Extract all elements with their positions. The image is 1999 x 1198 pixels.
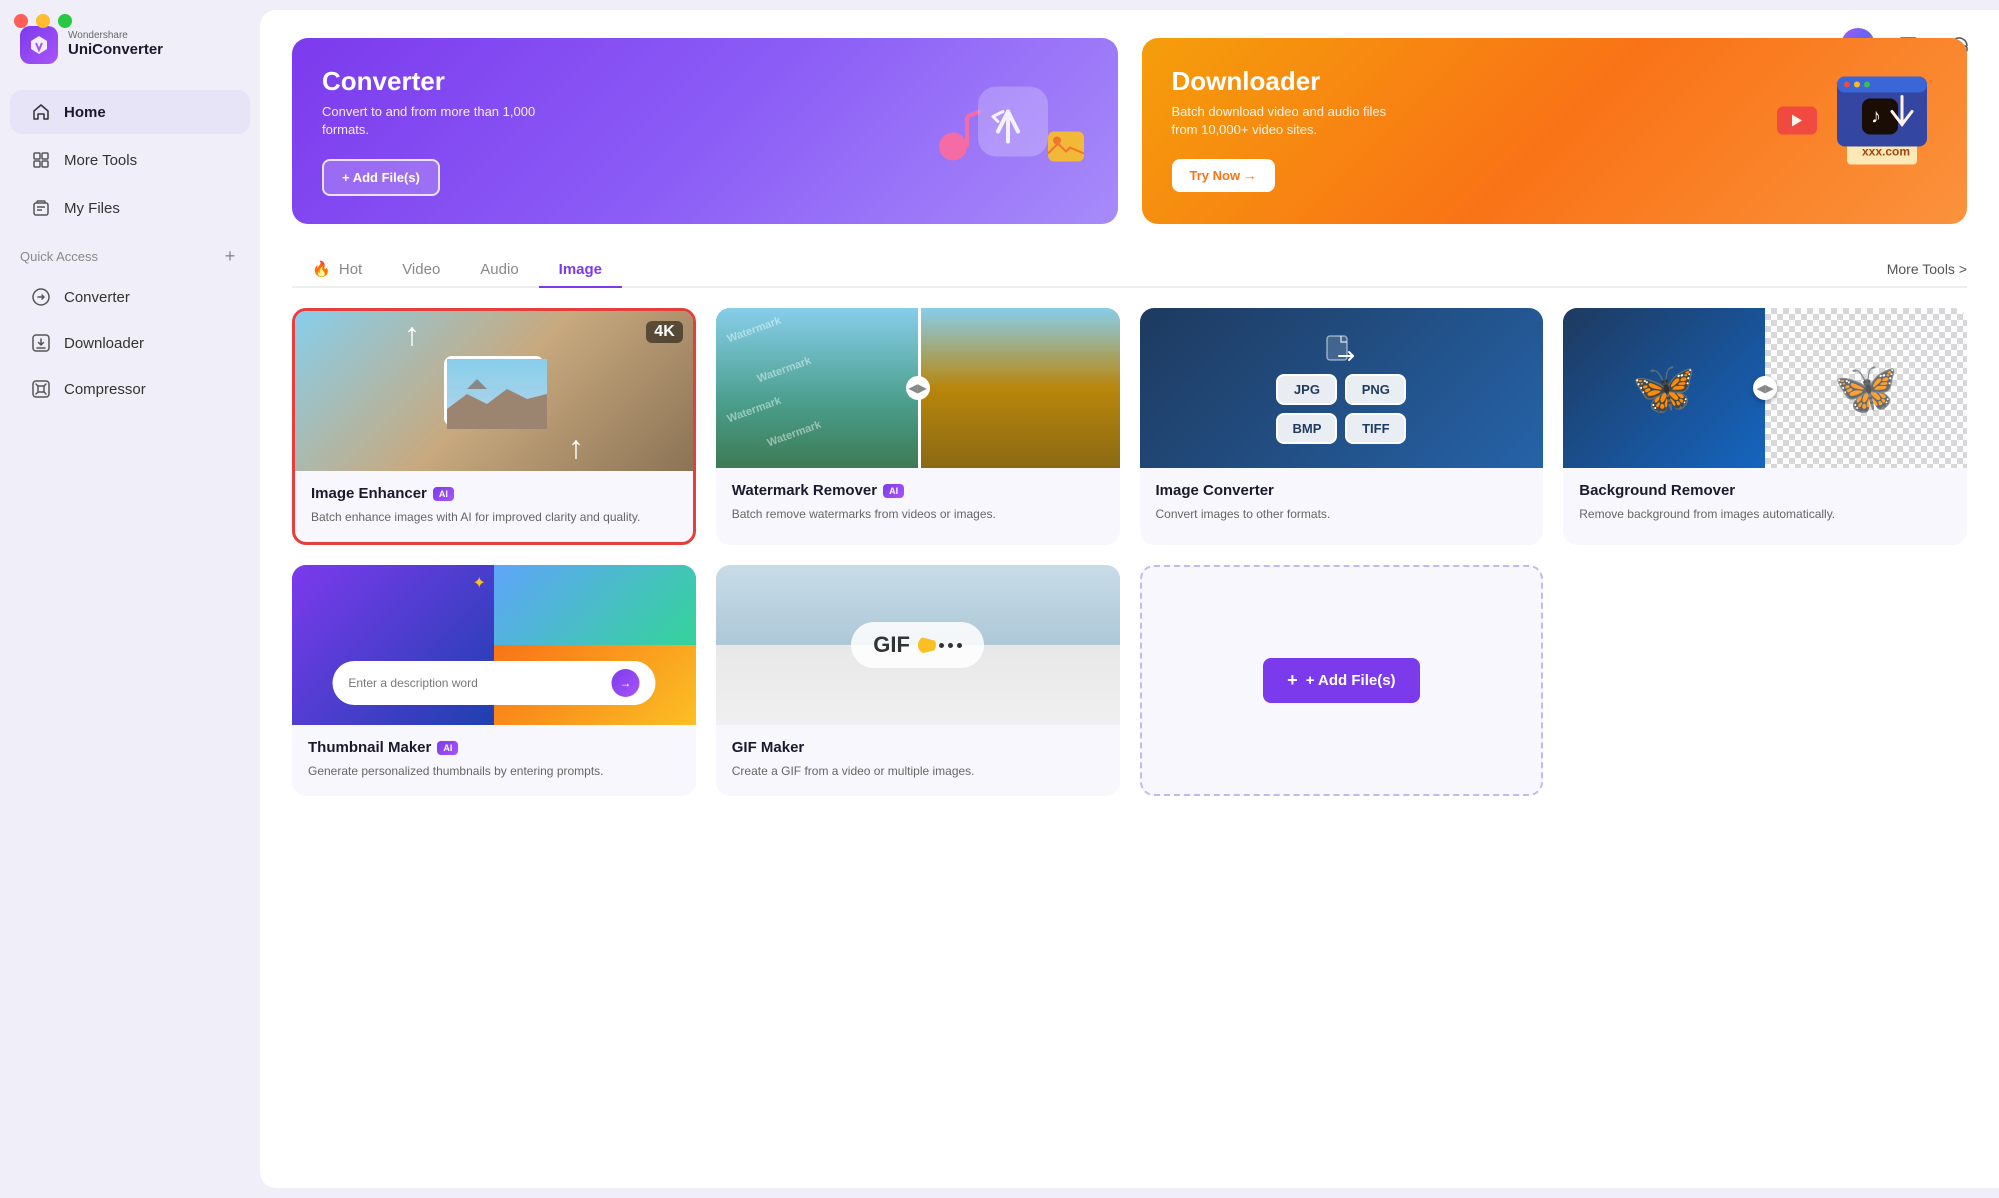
sidebar-item-home-label: Home [64, 104, 106, 121]
image-enhancer-title: Image Enhancer AI [311, 485, 677, 502]
app-logo-icon [20, 26, 58, 64]
quick-access-add-button[interactable]: + [220, 246, 240, 266]
thumbnail-maker-desc: Generate personalized thumbnails by ente… [308, 762, 680, 780]
watermark-remover-body: Watermark Remover AI Batch remove waterm… [716, 468, 1120, 539]
tab-image[interactable]: Image [539, 253, 622, 288]
sidebar-item-downloader-label: Downloader [64, 335, 144, 352]
format-tiff: TIFF [1345, 413, 1406, 444]
thumbnail-maker-preview: ✦ Enter a description word → [292, 565, 696, 725]
main-content: Converter Convert to and from more than … [260, 10, 1999, 1188]
sidebar-item-downloader[interactable]: Downloader [10, 322, 250, 364]
downloader-icon [30, 332, 52, 354]
ai-badge-watermark: AI [883, 484, 904, 498]
bg-remover-preview: 🦋 🦋 ◀▶ [1563, 308, 1967, 468]
sidebar-item-more-tools-label: More Tools [64, 152, 137, 169]
image-converter-body: Image Converter Convert images to other … [1140, 468, 1544, 539]
gif-maker-preview: GIF [716, 565, 1120, 725]
format-jpg: JPG [1276, 374, 1337, 405]
image-enhancer-preview: ↑ [295, 311, 693, 471]
gif-label: GIF [873, 632, 910, 658]
image-converter-title: Image Converter [1156, 482, 1528, 499]
sidebar-item-converter[interactable]: Converter [10, 276, 250, 318]
watermark-remover-preview: Watermark Watermark Watermark Watermark … [716, 308, 1120, 468]
add-files-button[interactable]: + + Add File(s) [1263, 658, 1419, 703]
tool-card-image-converter[interactable]: JPG PNG BMP TIFF Image Converter Convert… [1140, 308, 1544, 545]
converter-banner[interactable]: Converter Convert to and from more than … [292, 38, 1118, 224]
format-grid: JPG PNG BMP TIFF [1276, 374, 1406, 444]
tool-card-bg-remover[interactable]: 🦋 🦋 ◀▶ Background Remover Remove backgro… [1563, 308, 1967, 545]
bg-remover-title: Background Remover [1579, 482, 1951, 499]
converter-icon [30, 286, 52, 308]
sidebar: Wondershare UniConverter Home More Tools [0, 0, 260, 1198]
gif-maker-body: GIF Maker Create a GIF from a video or m… [716, 725, 1120, 796]
my-files-icon [30, 197, 52, 219]
sidebar-item-my-files-label: My Files [64, 200, 120, 217]
tool-card-gif-maker[interactable]: GIF [716, 565, 1120, 796]
tools-grid-row2: ✦ Enter a description word → Thumbnail M… [292, 565, 1967, 796]
quick-access-label: Quick Access [20, 249, 98, 264]
compressor-icon [30, 378, 52, 400]
more-tools-link[interactable]: More Tools > [1887, 261, 1967, 277]
downloader-try-now-button[interactable]: Try Now → [1172, 159, 1275, 192]
sidebar-item-home[interactable]: Home [10, 90, 250, 134]
home-icon [30, 101, 52, 123]
dots-group [939, 643, 962, 648]
format-bmp: BMP [1276, 413, 1337, 444]
image-enhancer-desc: Batch enhance images with AI for improve… [311, 508, 677, 526]
downloader-banner[interactable]: Downloader Batch download video and audi… [1142, 38, 1968, 224]
svg-text:♪: ♪ [1871, 106, 1881, 128]
thumbnail-input-bar: Enter a description word → [332, 661, 655, 705]
butterfly-handle: ◀▶ [1753, 376, 1777, 400]
bg-remover-desc: Remove background from images automatica… [1579, 505, 1951, 523]
image-converter-desc: Convert images to other formats. [1156, 505, 1528, 523]
tab-hot[interactable]: 🔥 Hot [292, 252, 382, 288]
converter-add-files-button[interactable]: + Add File(s) [322, 159, 440, 196]
logo-brand: Wondershare [68, 31, 163, 41]
sidebar-item-my-files[interactable]: My Files [10, 186, 250, 230]
gif-maker-desc: Create a GIF from a video or multiple im… [732, 762, 1104, 780]
watermark-remover-desc: Batch remove watermarks from videos or i… [732, 505, 1104, 523]
wm-handle: ◀▶ [906, 376, 930, 400]
watermark-remover-title: Watermark Remover AI [732, 482, 1104, 499]
gif-maker-title: GIF Maker [732, 739, 1104, 756]
add-files-card[interactable]: + + Add File(s) [1140, 565, 1544, 796]
tab-video[interactable]: Video [382, 253, 460, 288]
logo-name: UniConverter [68, 41, 163, 59]
converter-banner-subtitle: Convert to and from more than 1,000 form… [322, 103, 542, 139]
tool-card-image-enhancer[interactable]: ↑ [292, 308, 696, 545]
thumbnail-maker-body: Thumbnail Maker AI Generate personalized… [292, 725, 696, 796]
sidebar-item-more-tools[interactable]: More Tools [10, 138, 250, 182]
thumbnail-arrow-btn[interactable]: → [611, 669, 639, 697]
logo-text: Wondershare UniConverter [68, 31, 163, 59]
svg-text:xxx.com: xxx.com [1862, 145, 1910, 159]
badge-4k: 4K [646, 321, 682, 343]
tool-card-thumbnail-maker[interactable]: ✦ Enter a description word → Thumbnail M… [292, 565, 696, 796]
sidebar-item-converter-label: Converter [64, 289, 130, 306]
sidebar-item-compressor[interactable]: Compressor [10, 368, 250, 410]
bg-remover-body: Background Remover Remove background fro… [1563, 468, 1967, 539]
ai-badge-enhancer: AI [433, 487, 454, 501]
converter-format-icon [1325, 332, 1357, 364]
ai-badge-thumbnail: AI [437, 741, 458, 755]
tab-audio[interactable]: Audio [460, 253, 538, 288]
traffic-light-yellow[interactable] [36, 14, 50, 28]
traffic-light-green[interactable] [58, 14, 72, 28]
more-tools-icon [30, 149, 52, 171]
sidebar-item-compressor-label: Compressor [64, 381, 146, 398]
gif-badge: GIF [851, 622, 984, 668]
image-enhancer-body: Image Enhancer AI Batch enhance images w… [295, 471, 693, 542]
tabs-row: 🔥 Hot Video Audio Image More Tools > [292, 252, 1967, 288]
converter-illustration [918, 57, 1098, 206]
downloader-banner-subtitle: Batch download video and audio files fro… [1172, 103, 1392, 139]
traffic-light-red[interactable] [14, 14, 28, 28]
tool-card-watermark-remover[interactable]: Watermark Watermark Watermark Watermark … [716, 308, 1120, 545]
format-png: PNG [1345, 374, 1406, 405]
image-converter-preview: JPG PNG BMP TIFF [1140, 308, 1544, 468]
fire-icon: 🔥 [312, 261, 331, 278]
banners-section: Converter Convert to and from more than … [292, 38, 1967, 224]
downloader-illustration: xxx.com ♪ [1747, 57, 1947, 206]
quick-access-header: Quick Access + [0, 232, 260, 274]
tools-grid-row1: ↑ [292, 308, 1967, 545]
thumbnail-maker-title: Thumbnail Maker AI [308, 739, 680, 756]
